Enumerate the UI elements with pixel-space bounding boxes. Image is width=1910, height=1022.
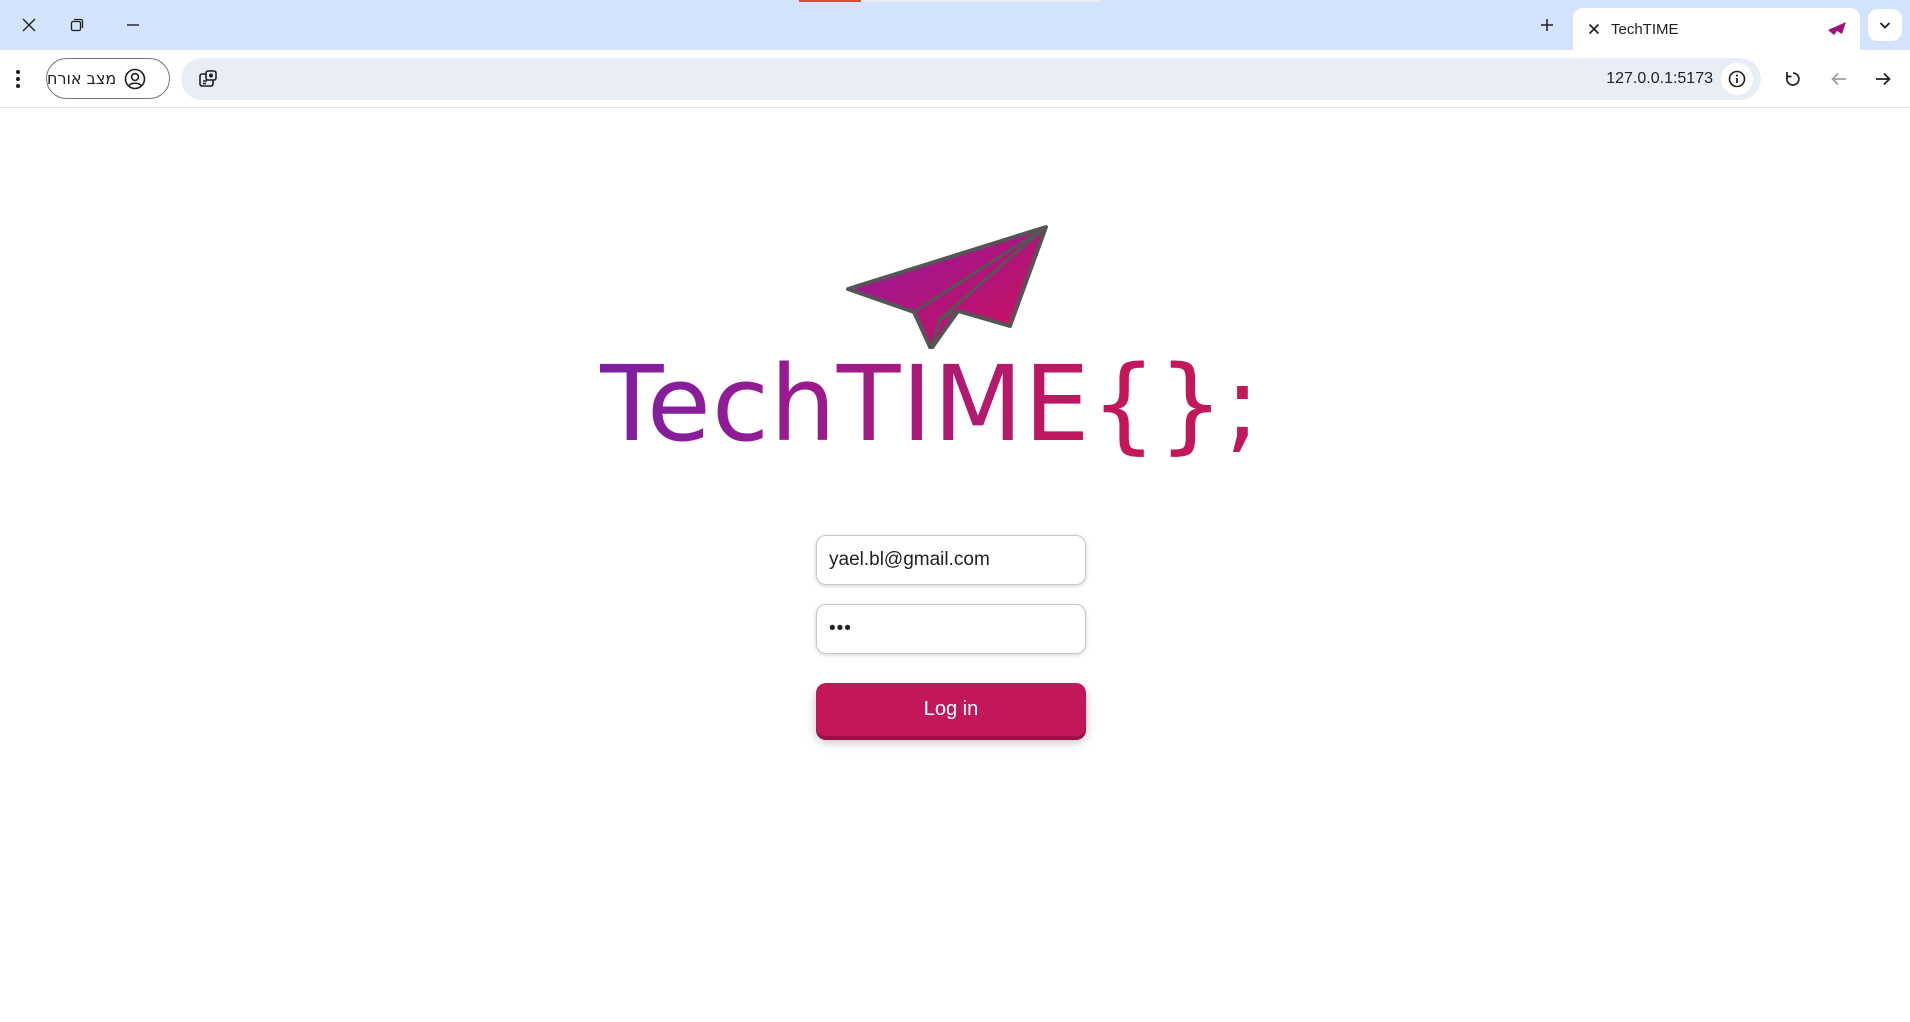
loading-indicator bbox=[799, 0, 861, 2]
logo-word: TechTIME bbox=[600, 343, 1091, 465]
account-circle-icon bbox=[124, 68, 146, 90]
loading-track bbox=[861, 0, 1101, 2]
url-text[interactable]: 127.0.0.1:5173 bbox=[1606, 70, 1713, 88]
paper-plane-logo-icon bbox=[846, 225, 1048, 349]
back-button[interactable] bbox=[1820, 60, 1858, 98]
email-field[interactable] bbox=[816, 535, 1086, 585]
tab-title: TechTIME bbox=[1611, 21, 1679, 38]
address-bar[interactable]: 127.0.0.1:5173 bbox=[181, 58, 1761, 100]
tab-search-button[interactable] bbox=[1868, 9, 1902, 41]
profile-chip-label: מצב אורח bbox=[47, 69, 117, 88]
site-info-button[interactable] bbox=[1721, 63, 1753, 95]
reload-icon bbox=[1786, 72, 1800, 86]
window-restore-button[interactable] bbox=[48, 0, 106, 50]
minimize-icon bbox=[127, 24, 139, 26]
paper-plane-favicon-icon bbox=[1828, 22, 1846, 35]
tab-close-button[interactable] bbox=[1583, 18, 1605, 40]
arrow-left-icon bbox=[1831, 72, 1846, 86]
more-vert-icon bbox=[16, 70, 20, 88]
logo-wordmark: TechTIME{}; bbox=[600, 339, 1310, 469]
info-icon bbox=[1728, 70, 1746, 88]
tab-techtime[interactable]: TechTIME bbox=[1573, 8, 1860, 50]
restore-icon bbox=[70, 18, 84, 32]
forward-button[interactable] bbox=[1864, 60, 1902, 98]
close-icon bbox=[22, 18, 36, 32]
browser-menu-button[interactable] bbox=[4, 60, 32, 98]
techtime-logo: TechTIME{}; bbox=[600, 219, 1310, 479]
arrow-right-icon bbox=[1876, 72, 1891, 86]
camera-translate-icon[interactable] bbox=[197, 68, 219, 90]
password-field[interactable] bbox=[816, 604, 1086, 654]
tab-strip: TechTIME bbox=[0, 0, 1910, 50]
plus-icon bbox=[1541, 19, 1553, 31]
chevron-down-icon bbox=[1879, 22, 1891, 29]
reload-button[interactable] bbox=[1774, 60, 1812, 98]
page-content: TechTIME{}; Log in bbox=[0, 109, 1910, 1022]
new-tab-button[interactable] bbox=[1530, 8, 1564, 42]
guest-profile-button[interactable]: מצב אורח bbox=[46, 58, 170, 99]
login-button[interactable]: Log in bbox=[816, 683, 1086, 736]
browser-toolbar: מצב אורח 127.0.0.1:5173 bbox=[0, 50, 1910, 108]
logo-braces: {}; bbox=[1090, 343, 1261, 465]
window-minimize-button[interactable] bbox=[104, 0, 162, 50]
close-icon bbox=[1588, 23, 1600, 35]
